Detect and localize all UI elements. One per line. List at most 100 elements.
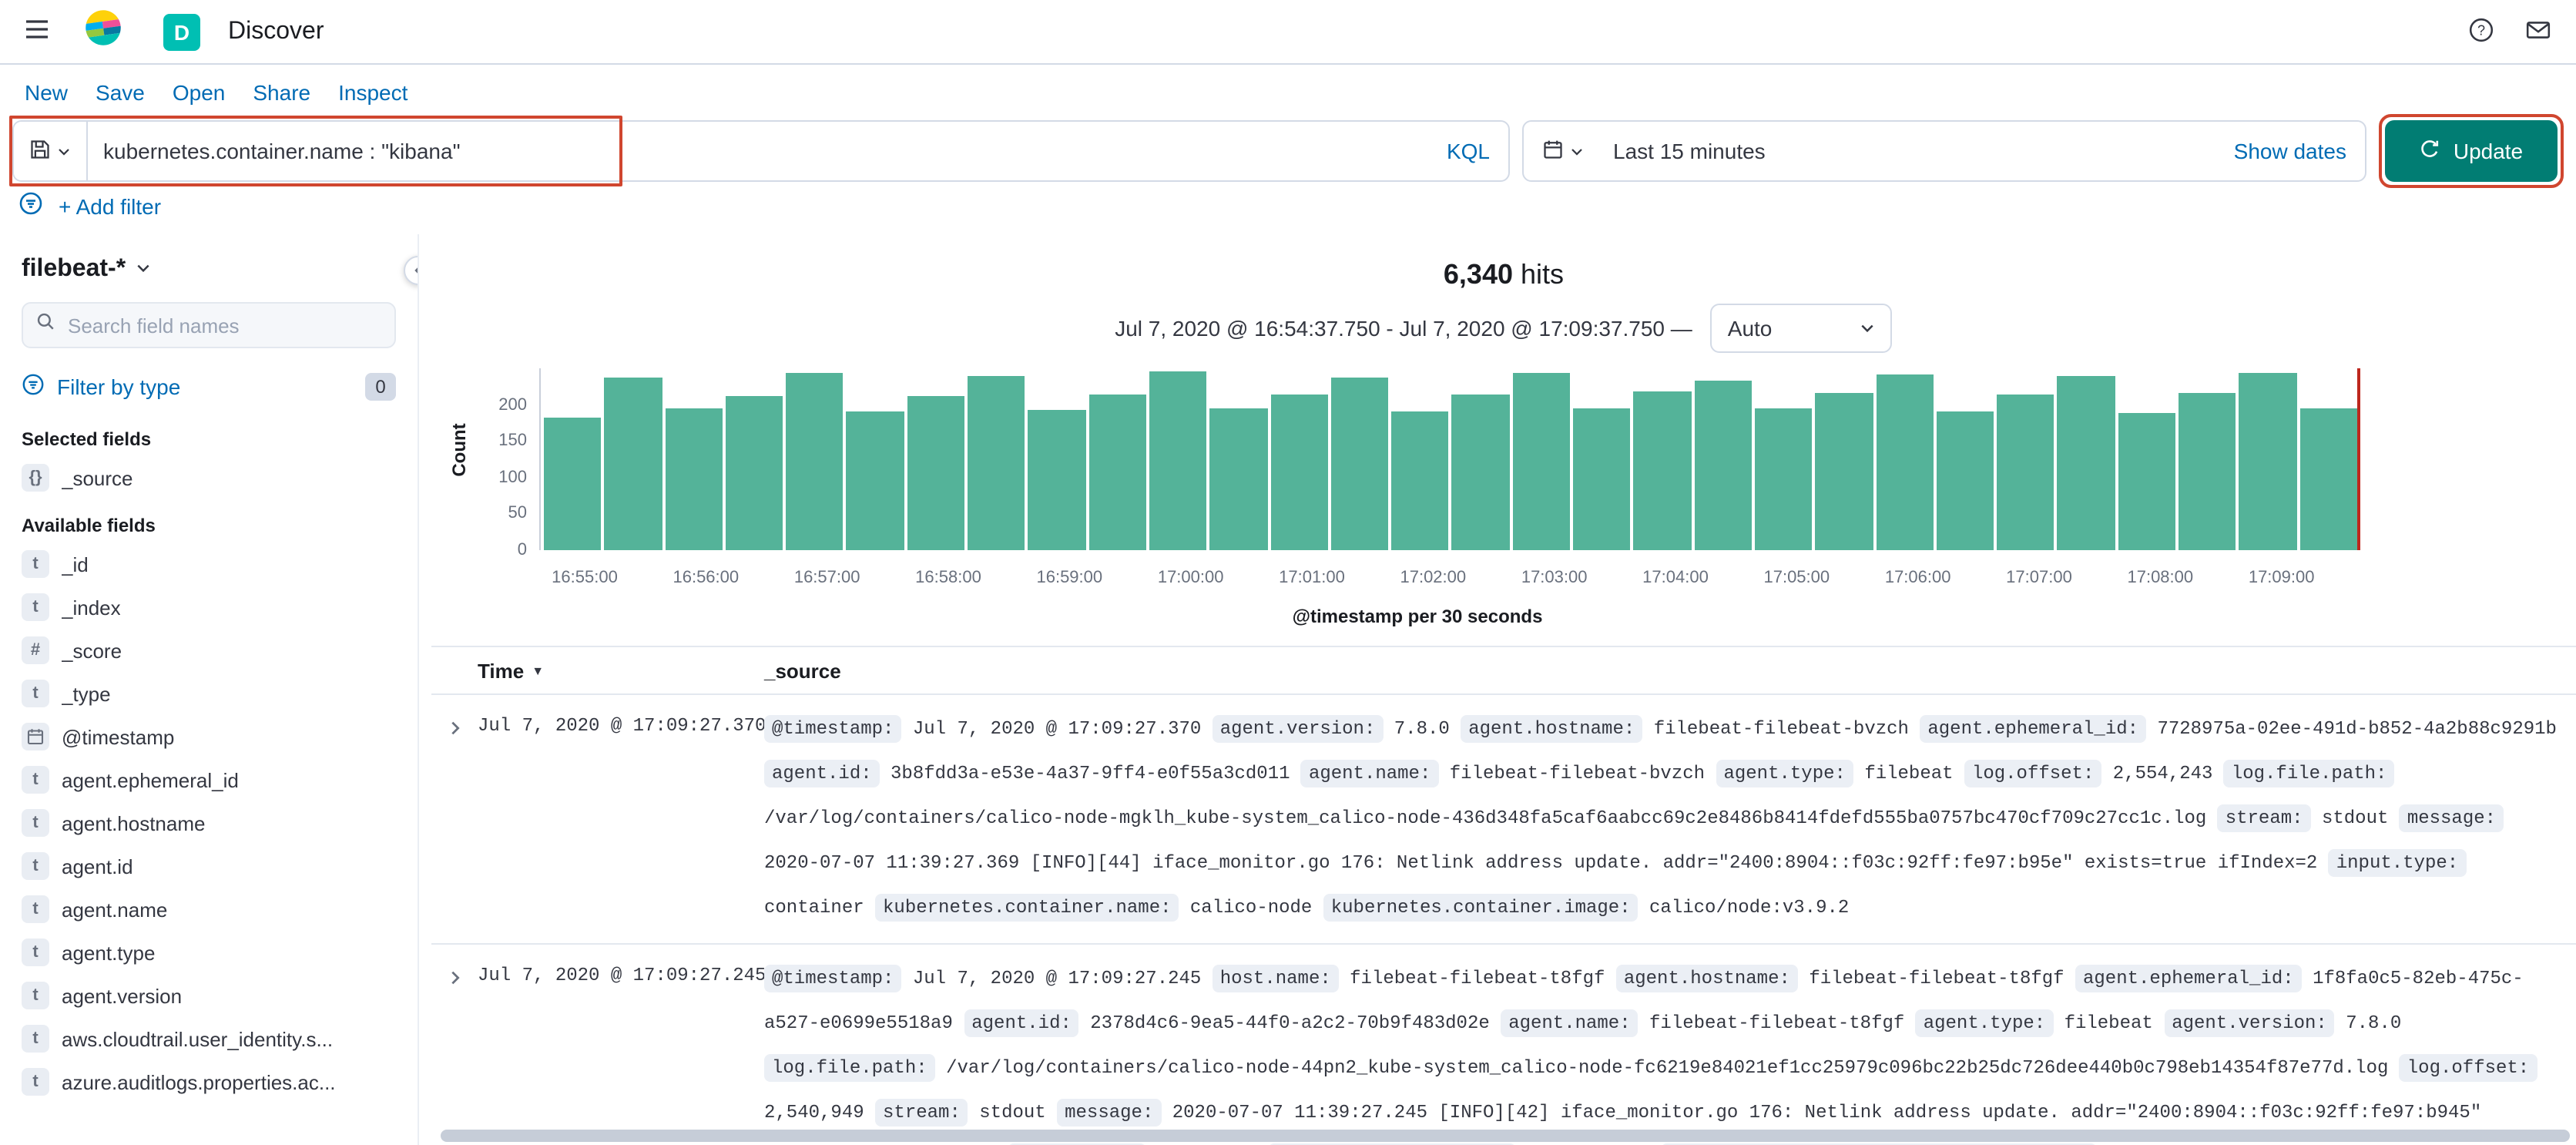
histogram-bar[interactable] xyxy=(1149,371,1207,550)
menu-item-save[interactable]: Save xyxy=(96,80,145,105)
field-name: _id xyxy=(62,552,89,576)
fields-sidebar: filebeat-* Filter by ty xyxy=(0,234,419,1145)
field-type-icon: t xyxy=(22,766,49,794)
histogram-bar[interactable] xyxy=(2239,373,2297,550)
histogram-bar[interactable] xyxy=(725,396,783,550)
histogram-bar[interactable] xyxy=(1815,392,1873,550)
field-type-icon: t xyxy=(22,550,49,578)
sidebar-field-item[interactable]: t aws.cloudtrail.user_identity.s... xyxy=(9,1017,408,1060)
saved-query-menu-button[interactable] xyxy=(14,122,88,180)
x-axis-title: @timestamp per 30 seconds xyxy=(1292,606,1543,627)
menu-item-open[interactable]: Open xyxy=(173,80,226,105)
field-name: _score xyxy=(62,639,122,662)
histogram-bar[interactable] xyxy=(1754,408,1813,550)
field-name: agent.hostname xyxy=(62,811,206,834)
sidebar-field-item[interactable]: t _type xyxy=(9,672,408,715)
sidebar-field-item[interactable]: t agent.hostname xyxy=(9,801,408,844)
calendar-icon xyxy=(1541,138,1563,164)
histogram-bar[interactable] xyxy=(1451,395,1510,550)
histogram-bar[interactable] xyxy=(604,377,662,550)
expand-row-button[interactable] xyxy=(431,707,478,931)
date-picker-control: Last 15 minutes Show dates xyxy=(1522,120,2366,182)
field-value: /var/log/containers/calico-node-mgklh_ku… xyxy=(764,808,2207,829)
histogram-bar[interactable] xyxy=(544,417,602,550)
histogram-bar[interactable] xyxy=(1270,394,1328,550)
svg-text:?: ? xyxy=(2477,22,2485,37)
histogram-bar[interactable] xyxy=(2118,413,2176,550)
histogram-bar[interactable] xyxy=(1573,408,1631,550)
doc-row-source: @timestamp: Jul 7, 2020 @ 17:09:27.245 h… xyxy=(764,957,2576,1145)
field-search-box xyxy=(22,302,396,348)
expand-row-button[interactable] xyxy=(431,957,478,1145)
field-name: azure.auditlogs.properties.ac... xyxy=(62,1070,336,1093)
hits-count: 6,340 xyxy=(1443,259,1513,290)
selected-fields-list: {} _source xyxy=(9,456,408,499)
query-language-button[interactable]: KQL xyxy=(1428,139,1508,163)
histogram-bar[interactable] xyxy=(1876,374,1934,550)
time-column-header[interactable]: Time ▼ xyxy=(478,659,764,682)
show-dates-link[interactable]: Show dates xyxy=(2234,139,2365,163)
histogram-bar[interactable] xyxy=(1209,408,1268,550)
search-query-input[interactable] xyxy=(88,139,1428,163)
sidebar-field-item[interactable]: # _score xyxy=(9,629,408,672)
menu-item-inspect[interactable]: Inspect xyxy=(338,80,408,105)
field-type-icon: t xyxy=(22,809,49,837)
hamburger-menu-button[interactable] xyxy=(22,15,52,48)
document-row: Jul 7, 2020 @ 17:09:27.245 @timestamp: J… xyxy=(431,945,2576,1145)
histogram-bar[interactable] xyxy=(1391,411,1449,550)
histogram-bar[interactable] xyxy=(1633,391,1692,550)
time-range-display[interactable]: Last 15 minutes xyxy=(1601,139,2234,163)
time-column-label: Time xyxy=(478,659,525,682)
add-filter-link[interactable]: + Add filter xyxy=(59,194,161,219)
histogram-bar[interactable] xyxy=(1997,395,2054,550)
horizontal-scrollbar[interactable] xyxy=(441,1130,2570,1142)
menu-item-share[interactable]: Share xyxy=(253,80,310,105)
histogram-bar[interactable] xyxy=(1028,410,1086,550)
histogram-bar[interactable] xyxy=(2299,408,2357,550)
discover-main-panel: 6,340 hits Jul 7, 2020 @ 16:54:37.750 - … xyxy=(419,234,2576,1145)
x-axis-tick-label: 17:04:00 xyxy=(1642,569,1709,587)
histogram-bar[interactable] xyxy=(907,395,965,550)
histogram-chart: Count 0 50 100 150 200 16:55:00 16:56:00 16:57… xyxy=(448,368,2360,627)
field-search-input[interactable] xyxy=(65,312,382,338)
newsfeed-button[interactable] xyxy=(2522,13,2554,50)
update-button[interactable]: Update xyxy=(2385,120,2558,182)
field-name: _source xyxy=(62,466,133,489)
histogram-bar[interactable] xyxy=(1088,395,1146,550)
table-header-row: Time ▼ _source xyxy=(431,646,2576,695)
sidebar-field-item[interactable]: t agent.type xyxy=(9,931,408,974)
histogram-bar[interactable] xyxy=(968,375,1025,550)
sidebar-field-item[interactable]: t agent.ephemeral_id xyxy=(9,758,408,801)
field-value: 2,540,949 xyxy=(764,1102,864,1123)
histogram-bar[interactable] xyxy=(1936,411,1994,550)
filter-by-type-control[interactable]: Filter by type 0 xyxy=(9,367,408,413)
interval-select[interactable]: Auto xyxy=(1710,304,1893,353)
field-name-badge: host.name: xyxy=(1212,965,1339,992)
menu-item-new[interactable]: New xyxy=(25,80,68,105)
sidebar-field-item[interactable]: {} _source xyxy=(9,456,408,499)
histogram-bar[interactable] xyxy=(2179,393,2236,550)
help-button[interactable]: ? xyxy=(2465,13,2497,50)
date-picker-menu-button[interactable] xyxy=(1524,122,1601,180)
histogram-bar[interactable] xyxy=(665,408,723,550)
sidebar-field-item[interactable]: t _id xyxy=(9,542,408,586)
histogram-bar[interactable] xyxy=(1512,372,1571,550)
histogram-bar[interactable] xyxy=(1694,381,1752,550)
histogram-bar[interactable] xyxy=(1330,377,1389,550)
sidebar-field-item[interactable]: t agent.name xyxy=(9,888,408,931)
histogram-bar[interactable] xyxy=(2057,376,2115,550)
sidebar-field-item[interactable]: t agent.id xyxy=(9,844,408,888)
histogram-bar[interactable] xyxy=(846,411,904,550)
field-name-badge: agent.version: xyxy=(2164,1009,2335,1037)
sidebar-field-item[interactable]: t _index xyxy=(9,586,408,629)
sidebar-field-item[interactable]: @timestamp xyxy=(9,715,408,758)
field-type-icon: t xyxy=(22,938,49,966)
index-pattern-selector[interactable]: filebeat-* xyxy=(9,234,408,296)
field-value: 7.8.0 xyxy=(2346,1012,2402,1034)
field-type-icon: t xyxy=(22,895,49,923)
sidebar-field-item[interactable]: t azure.auditlogs.properties.ac... xyxy=(9,1060,408,1103)
field-name-badge: agent.ephemeral_id: xyxy=(1920,715,2147,743)
sidebar-field-item[interactable]: t agent.version xyxy=(9,974,408,1017)
filter-icon[interactable] xyxy=(18,190,43,223)
histogram-bar[interactable] xyxy=(786,373,844,550)
